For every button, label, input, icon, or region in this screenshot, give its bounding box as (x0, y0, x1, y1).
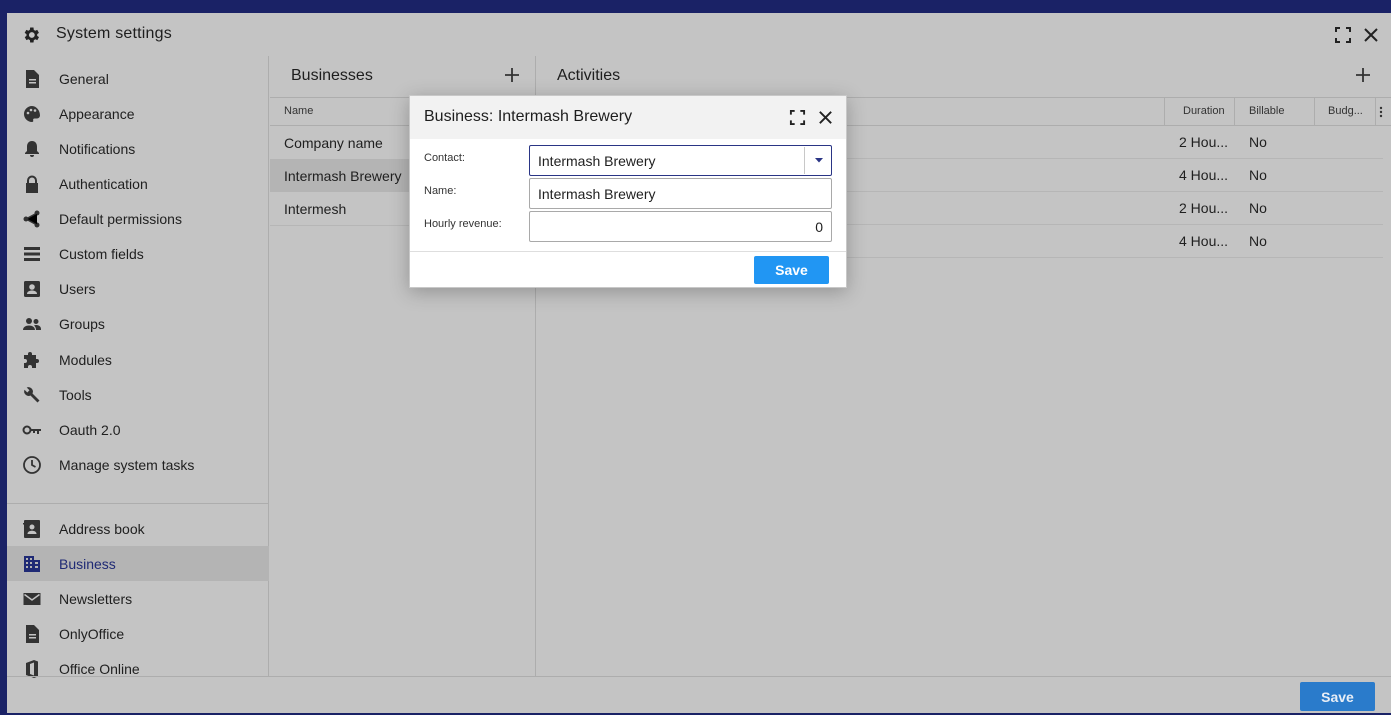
sidebar-item-general[interactable]: General (7, 61, 269, 96)
sidebar-item-label: Groups (59, 315, 105, 332)
column-divider (1314, 98, 1315, 125)
name-label: Name: (424, 185, 457, 197)
businesses-header: Businesses (270, 56, 535, 97)
add-business-plus-icon[interactable] (504, 67, 520, 83)
sidebar-item-business[interactable]: Business (7, 546, 269, 581)
businesses-title: Businesses (291, 67, 373, 84)
activity-billable: No (1249, 167, 1267, 183)
sidebar-item-label: Default permissions (59, 210, 182, 227)
wrench-icon (24, 386, 40, 402)
sidebar-item-groups[interactable]: Groups (7, 306, 269, 341)
dialog-header: Business: Intermash Brewery (410, 96, 846, 139)
contact-combobox[interactable] (529, 145, 832, 176)
document-icon (26, 624, 39, 643)
sidebar-item-users[interactable]: Users (7, 271, 269, 306)
sidebar-divider (7, 503, 269, 504)
sidebar-item-notifications[interactable]: Notifications (7, 131, 269, 166)
activity-duration: 4 Hou... (1179, 167, 1229, 183)
business-name: Intermash Brewery (284, 167, 402, 184)
palette-icon (24, 105, 40, 122)
sidebar-item-default-permissions[interactable]: Default permissions (7, 201, 269, 236)
sidebar-item-label: Newsletters (59, 590, 133, 607)
sidebar-item-label: Office Online (59, 660, 140, 677)
sidebar-item-tools[interactable]: Tools (7, 377, 269, 412)
business-name: Intermesh (284, 200, 347, 217)
hourly-revenue-label: Hourly revenue: (424, 218, 502, 230)
column-divider (1234, 98, 1235, 125)
sidebar-item-label: Oauth 2.0 (59, 421, 121, 438)
address-book-icon (23, 519, 40, 538)
combo-separator (804, 147, 805, 174)
puzzle-icon (24, 351, 39, 368)
share-icon (23, 210, 40, 227)
sidebar-item-label: Appearance (59, 105, 135, 122)
sidebar-item-system-tasks[interactable]: Manage system tasks (7, 447, 269, 482)
settings-sidebar: General Appearance Notifications Authent… (7, 56, 269, 678)
name-input[interactable] (529, 178, 832, 209)
sidebar-item-appearance[interactable]: Appearance (7, 96, 269, 131)
sidebar-item-label: Authentication (59, 175, 148, 192)
activity-billable: No (1249, 200, 1267, 216)
business-name: Company name (284, 134, 383, 151)
window-footer: Save (7, 676, 1391, 713)
sidebar-item-label: General (59, 70, 109, 87)
column-menu-icon[interactable] (1379, 106, 1383, 118)
activities-header: Activities (536, 56, 1391, 97)
column-billable[interactable]: Billable (1249, 105, 1284, 117)
dialog-save-button[interactable]: Save (754, 256, 829, 284)
sidebar-item-modules[interactable]: Modules (7, 342, 269, 377)
sidebar-item-address-book[interactable]: Address book (7, 511, 269, 546)
user-badge-icon (24, 280, 40, 297)
gear-icon (24, 27, 39, 43)
close-icon[interactable] (1362, 26, 1380, 44)
window-title: System settings (56, 25, 172, 42)
business-dialog: Business: Intermash Brewery Contact: Nam… (409, 95, 847, 288)
sidebar-item-label: Address book (59, 520, 145, 537)
sidebar-item-label: Modules (59, 351, 112, 368)
window-titlebar: System settings (7, 13, 1391, 56)
contact-label: Contact: (424, 152, 465, 164)
sidebar-item-label: Users (59, 280, 96, 297)
building-icon (24, 555, 40, 572)
sidebar-item-label: Business (59, 555, 116, 572)
footer-save-button[interactable]: Save (1300, 682, 1375, 711)
column-budget[interactable]: Budg... (1328, 105, 1363, 117)
sidebar-item-label: Notifications (59, 140, 136, 157)
clock-icon (23, 455, 41, 474)
mail-icon (23, 592, 41, 605)
activity-duration: 2 Hou... (1179, 134, 1229, 150)
document-icon (26, 69, 39, 88)
sidebar-item-custom-fields[interactable]: Custom fields (7, 236, 269, 271)
sidebar-item-label: Custom fields (59, 245, 144, 262)
dialog-title: Business: Intermash Brewery (424, 108, 633, 125)
chevron-down-icon[interactable] (814, 155, 824, 165)
sidebar-item-authentication[interactable]: Authentication (7, 166, 269, 201)
add-activity-plus-icon[interactable] (1355, 67, 1371, 83)
activity-duration: 2 Hou... (1179, 200, 1229, 216)
key-icon (22, 425, 41, 434)
activity-billable: No (1249, 233, 1267, 249)
sidebar-item-label: Tools (59, 386, 92, 403)
activity-duration: 4 Hou... (1179, 233, 1229, 249)
column-name[interactable]: Name (284, 105, 313, 117)
column-divider (1375, 98, 1376, 125)
sidebar-item-newsletters[interactable]: Newsletters (7, 581, 269, 616)
activities-title: Activities (557, 67, 621, 84)
sidebar-item-label: Manage system tasks (59, 456, 195, 473)
close-icon[interactable] (817, 109, 834, 126)
activity-billable: No (1249, 134, 1267, 150)
hourly-revenue-input[interactable] (529, 211, 832, 242)
maximize-icon[interactable] (789, 109, 806, 126)
sidebar-item-onlyoffice[interactable]: OnlyOffice (7, 616, 269, 651)
sidebar-item-oauth[interactable]: Oauth 2.0 (7, 412, 269, 447)
group-icon (23, 317, 41, 330)
list-icon (24, 246, 40, 261)
lock-icon (26, 175, 38, 193)
column-duration[interactable]: Duration (1183, 105, 1225, 117)
sidebar-item-label: OnlyOffice (59, 625, 125, 642)
dialog-footer-divider (410, 251, 846, 252)
bell-icon (25, 140, 39, 157)
column-divider (1164, 98, 1165, 125)
maximize-icon[interactable] (1334, 26, 1352, 44)
